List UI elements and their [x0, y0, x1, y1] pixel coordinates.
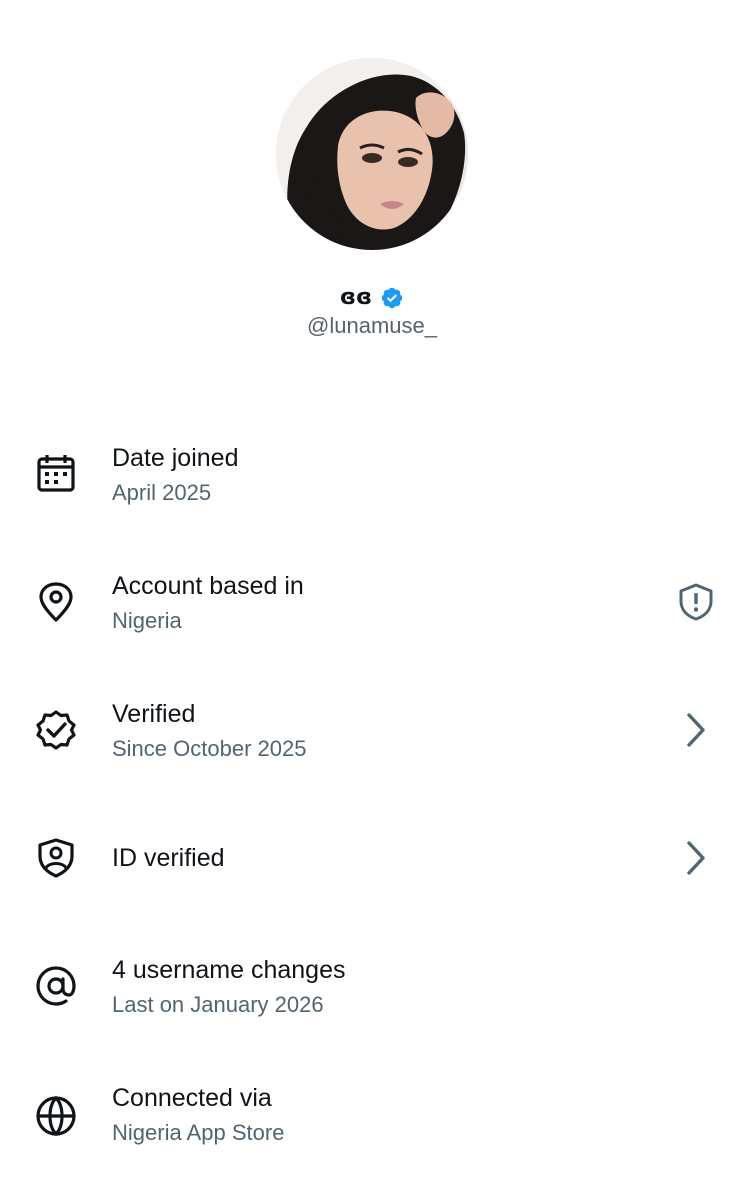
info-row-verified[interactable]: Verified Since October 2025 — [0, 686, 744, 786]
row-subtitle: April 2025 — [112, 480, 212, 505]
verified-badge-icon[interactable] — [380, 286, 404, 310]
row-subtitle: Last on January 2026 — [112, 992, 324, 1017]
row-title: Date joined — [112, 444, 239, 472]
calendar-icon — [34, 452, 78, 496]
row-title: 4 username changes — [112, 956, 346, 984]
display-name: ɞɞ — [339, 285, 373, 310]
shield-alert-icon[interactable] — [676, 582, 716, 622]
avatar-image — [276, 58, 468, 250]
chevron-right-icon[interactable] — [676, 710, 716, 750]
at-sign-icon — [34, 964, 78, 1008]
row-title: Connected via — [112, 1084, 272, 1112]
profile-name-row: ɞɞ — [0, 284, 744, 312]
chevron-right-icon[interactable] — [676, 838, 716, 878]
globe-icon — [34, 1094, 78, 1138]
id-shield-icon — [34, 836, 78, 880]
info-row-connected-via: Connected via Nigeria App Store — [0, 1070, 744, 1170]
profile-avatar[interactable] — [276, 58, 468, 250]
verified-seal-icon — [34, 708, 78, 752]
info-row-username-changes: 4 username changes Last on January 2026 — [0, 942, 744, 1042]
row-subtitle: Nigeria — [112, 608, 182, 633]
row-subtitle: Since October 2025 — [112, 736, 307, 761]
location-pin-icon — [34, 580, 78, 624]
info-row-account-based-in: Account based in Nigeria — [0, 558, 744, 658]
profile-handle: @lunamuse_ — [307, 313, 437, 338]
row-title: Verified — [112, 700, 196, 728]
info-row-date-joined: Date joined April 2025 — [0, 430, 744, 530]
row-title: ID verified — [112, 844, 225, 872]
info-row-id-verified[interactable]: ID verified — [0, 808, 744, 908]
row-subtitle: Nigeria App Store — [112, 1120, 285, 1145]
row-title: Account based in — [112, 572, 304, 600]
